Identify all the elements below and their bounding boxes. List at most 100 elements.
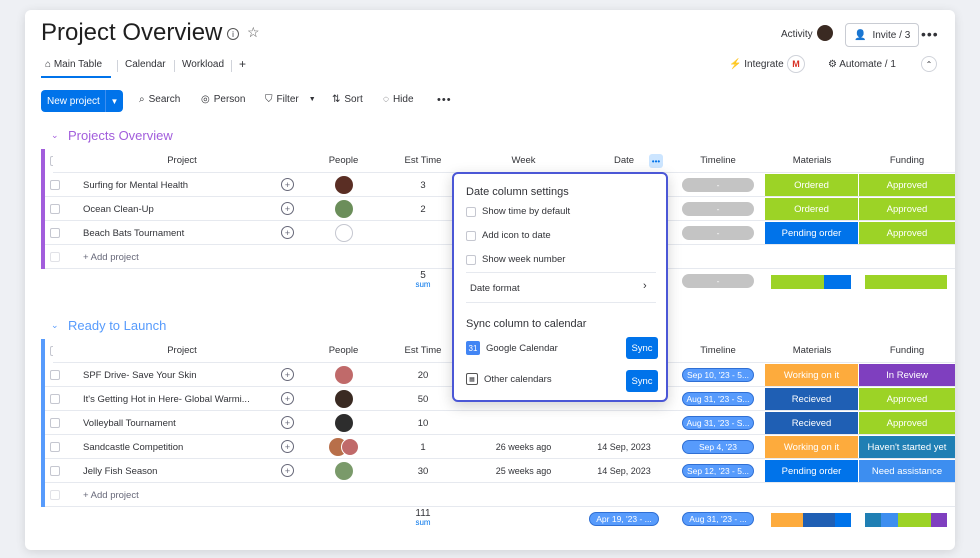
show-week-option[interactable]: Show week number — [466, 254, 565, 265]
invite-button[interactable]: 👤 Invite / 3 — [845, 23, 920, 47]
group-title[interactable]: Projects Overview — [68, 128, 173, 143]
add-update-icon[interactable]: + — [281, 392, 294, 405]
automate-button[interactable]: ⚙ Automate / 1 — [828, 59, 896, 70]
add-update-icon[interactable]: + — [281, 178, 294, 191]
add-update-icon[interactable]: + — [281, 440, 294, 453]
checkbox[interactable] — [50, 204, 60, 214]
tab-calendar[interactable]: Calendar — [125, 59, 166, 70]
filter-button[interactable]: ⛉ Filter ▼ — [265, 94, 316, 105]
add-icon-option[interactable]: Add icon to date — [466, 230, 551, 241]
checkbox[interactable] — [50, 418, 60, 428]
row-checkbox[interactable] — [45, 387, 65, 411]
funding-status[interactable]: Approved — [859, 198, 955, 220]
funding-status[interactable]: Approved — [859, 222, 955, 244]
checkbox[interactable] — [466, 230, 476, 241]
checkbox[interactable] — [50, 394, 60, 404]
project-name[interactable]: Jelly Fish Season — [83, 459, 283, 483]
est-time-cell[interactable]: 1 — [376, 435, 470, 459]
date-cell[interactable]: 14 Sep, 2023 — [577, 435, 671, 459]
add-update-icon[interactable]: + — [281, 416, 294, 429]
tab-main-table[interactable]: ⌂ Main Table — [45, 59, 102, 70]
checkbox[interactable] — [50, 466, 60, 476]
funding-status[interactable]: Haven't started yet — [859, 436, 955, 458]
checkbox[interactable] — [50, 228, 60, 238]
checkbox[interactable] — [466, 254, 476, 265]
timeline-cell[interactable]: - — [671, 197, 765, 221]
show-time-option[interactable]: Show time by default — [466, 206, 570, 217]
est-time-cell[interactable]: 30 — [376, 459, 470, 483]
checkbox[interactable] — [50, 370, 60, 380]
date-cell[interactable] — [577, 411, 671, 435]
more-icon[interactable]: ••• — [921, 26, 939, 42]
materials-status[interactable]: Working on it — [765, 436, 858, 458]
more-icon[interactable]: ••• — [437, 94, 452, 106]
group-title[interactable]: Ready to Launch — [68, 318, 166, 333]
funding-status[interactable]: In Review — [859, 364, 955, 386]
people-cell[interactable] — [311, 411, 376, 435]
week-cell[interactable]: 26 weeks ago — [470, 435, 577, 459]
row-checkbox[interactable] — [45, 435, 65, 459]
chevron-down-icon[interactable]: ⌄ — [51, 320, 59, 331]
column-header-funding[interactable]: Funding — [859, 149, 955, 173]
add-view-button[interactable]: + — [239, 57, 246, 71]
chevron-down-icon[interactable]: ▼ — [105, 90, 123, 112]
add-project-row[interactable]: + Add project — [83, 245, 283, 269]
column-header-project[interactable]: Project — [53, 149, 311, 173]
column-header-funding[interactable]: Funding — [859, 339, 955, 363]
people-cell[interactable] — [311, 387, 376, 411]
column-header-est-time[interactable]: Est Time — [376, 149, 470, 173]
add-update-icon[interactable]: + — [281, 464, 294, 477]
column-header-materials[interactable]: Materials — [765, 149, 859, 173]
materials-status[interactable]: Ordered — [765, 174, 858, 196]
week-cell[interactable] — [470, 411, 577, 435]
row-checkbox[interactable] — [45, 197, 65, 221]
checkbox[interactable] — [50, 180, 60, 190]
timeline-cell[interactable]: Sep 4, '23 — [671, 435, 765, 459]
people-cell[interactable] — [311, 459, 376, 483]
row-checkbox[interactable] — [45, 459, 65, 483]
project-name[interactable]: Beach Bats Tournament — [83, 221, 283, 245]
materials-status[interactable]: Recieved — [765, 388, 858, 410]
funding-status[interactable]: Approved — [859, 388, 955, 410]
materials-status[interactable]: Ordered — [765, 198, 858, 220]
timeline-cell[interactable]: Aug 31, '23 - S... — [671, 387, 765, 411]
est-time-cell[interactable]: 10 — [376, 411, 470, 435]
search-button[interactable]: ⌕ Search — [139, 94, 180, 105]
date-cell[interactable]: 14 Sep, 2023 — [577, 459, 671, 483]
sync-google-button[interactable]: Sync — [626, 337, 658, 359]
timeline-cell[interactable]: Sep 10, '23 - 5... — [671, 363, 765, 387]
integrate-button[interactable]: ⚡ Integrate — [729, 59, 784, 70]
project-name[interactable]: SPF Drive- Save Your Skin — [83, 363, 283, 387]
project-name[interactable]: It's Getting Hot in Here- Global Warmi..… — [83, 387, 283, 411]
timeline-cell[interactable]: Sep 12, '23 - 5... — [671, 459, 765, 483]
timeline-cell[interactable]: Aug 31, '23 - S... — [671, 411, 765, 435]
row-checkbox[interactable] — [45, 173, 65, 197]
new-project-button[interactable]: New project ▼ — [41, 90, 123, 112]
column-header-week[interactable]: Week — [470, 149, 577, 173]
column-header-timeline[interactable]: Timeline — [671, 339, 765, 363]
sort-button[interactable]: ⇅ Sort — [332, 94, 363, 105]
week-cell[interactable]: 25 weeks ago — [470, 459, 577, 483]
row-checkbox[interactable] — [45, 363, 65, 387]
hide-button[interactable]: ◌ Hide — [383, 94, 414, 105]
star-icon[interactable]: ☆ — [247, 24, 260, 41]
add-update-icon[interactable]: + — [281, 202, 294, 215]
info-icon[interactable]: i — [227, 28, 239, 40]
materials-status[interactable]: Pending order — [765, 222, 858, 244]
people-cell[interactable] — [311, 197, 376, 221]
column-header-materials[interactable]: Materials — [765, 339, 859, 363]
materials-status[interactable]: Working on it — [765, 364, 858, 386]
materials-status[interactable]: Pending order — [765, 460, 858, 482]
project-name[interactable]: Volleyball Tournament — [83, 411, 283, 435]
row-checkbox[interactable] — [45, 411, 65, 435]
sync-other-button[interactable]: Sync — [626, 370, 658, 392]
column-menu-icon[interactable]: ••• — [649, 154, 663, 168]
chevron-down-icon[interactable]: ⌄ — [51, 130, 59, 141]
timeline-cell[interactable]: - — [671, 173, 765, 197]
collapse-icon[interactable]: ⌃ — [921, 56, 937, 72]
column-header-project[interactable]: Project — [53, 339, 311, 363]
person-filter-button[interactable]: ◎ Person — [201, 94, 245, 105]
add-project-row[interactable]: + Add project — [83, 483, 283, 507]
funding-status[interactable]: Approved — [859, 174, 955, 196]
checkbox[interactable] — [466, 206, 476, 217]
